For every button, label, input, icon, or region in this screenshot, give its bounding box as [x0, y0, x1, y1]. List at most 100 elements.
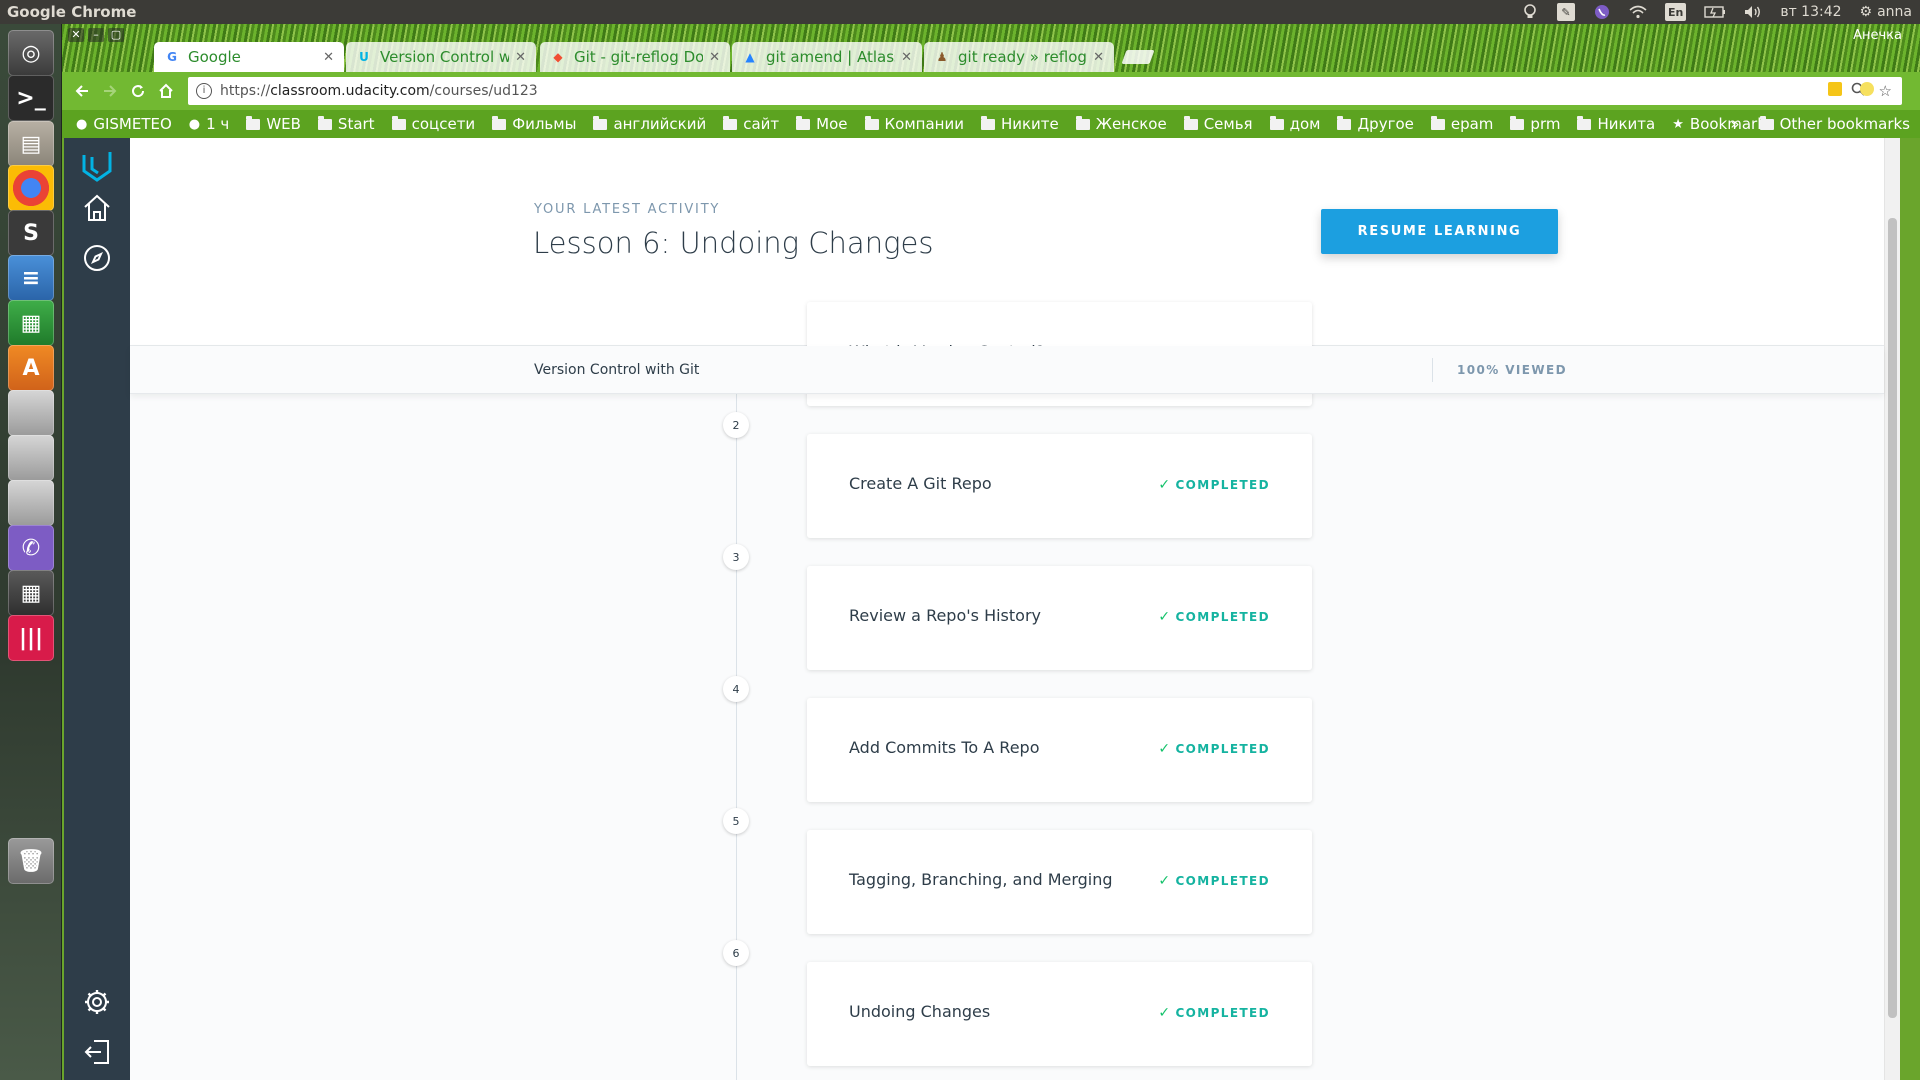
url-host: classroom.udacity.com	[270, 83, 430, 99]
resume-learning-button[interactable]: RESUME LEARNING	[1321, 209, 1558, 254]
chrome-icon[interactable]	[8, 165, 54, 211]
bookmark-item[interactable]: ● GISMETEO	[76, 115, 172, 133]
drive-icon[interactable]	[8, 435, 54, 481]
close-window-icon[interactable]: ✕	[68, 28, 84, 42]
tab-title: Version Control wi	[380, 48, 510, 66]
scrollbar-thumb[interactable]	[1888, 218, 1897, 1018]
chrome-menu-icon[interactable]: ⋮	[1892, 81, 1908, 97]
terminal-icon[interactable]: >_	[8, 75, 54, 121]
forward-arrow-icon[interactable]	[96, 77, 124, 105]
sublime-text-icon[interactable]: S	[8, 210, 54, 256]
bookmark-item[interactable]: Мое	[796, 115, 848, 133]
bookmark-item[interactable]: Start	[317, 115, 375, 133]
bookmark-item[interactable]: epam	[1430, 115, 1493, 133]
home-nav-icon[interactable]	[77, 188, 117, 228]
lesson-status-label: COMPLETED	[1175, 874, 1270, 888]
bookmark-item[interactable]: Никита	[1577, 115, 1655, 133]
app-icon[interactable]: |||	[8, 615, 54, 661]
keyboard-layout-indicator[interactable]: En	[1664, 3, 1687, 21]
close-tab-icon[interactable]: ✕	[709, 50, 720, 65]
profile-name[interactable]: Анечка	[1853, 28, 1902, 43]
bookmark-item[interactable]: дом	[1269, 115, 1320, 133]
viber-icon[interactable]: ✆	[8, 525, 54, 571]
maximize-window-icon[interactable]: ▢	[108, 28, 124, 42]
bookmark-label: Другое	[1357, 115, 1414, 133]
settings-gear-icon[interactable]	[77, 982, 117, 1022]
session-menu[interactable]: ⚙ anna	[1860, 4, 1912, 20]
volume-icon[interactable]	[1744, 3, 1762, 21]
udacity-logo-icon[interactable]	[77, 146, 117, 186]
trash-icon[interactable]: 🗑	[8, 838, 54, 884]
active-app-title: Google Chrome	[7, 3, 137, 21]
checkmark-icon: ✓	[1158, 873, 1172, 889]
wifi-icon[interactable]	[1629, 3, 1647, 21]
lesson-card[interactable]: Tagging, Branching, and Merging ✓ COMPLETE…	[807, 830, 1312, 934]
lesson-title: Add Commits To A Repo	[849, 738, 1040, 757]
bookmark-label: 1 ч	[206, 115, 230, 133]
site-info-icon[interactable]: i	[196, 83, 212, 99]
lesson-card[interactable]: Add Commits To A Repo ✓ COMPLETED	[807, 698, 1312, 802]
files-icon[interactable]: ▤	[8, 121, 54, 167]
minimize-window-icon[interactable]: –	[88, 28, 104, 42]
address-bar[interactable]: i https://classroom.udacity.com/courses/…	[188, 77, 1902, 105]
bookmark-item[interactable]: Никите	[980, 115, 1059, 133]
bookmark-label: Женское	[1095, 115, 1167, 133]
close-tab-icon[interactable]: ✕	[515, 50, 526, 65]
new-tab-button[interactable]	[1121, 50, 1155, 64]
compass-icon[interactable]	[77, 238, 117, 278]
writer-icon[interactable]: ≡	[8, 255, 54, 301]
clipboard-icon[interactable]: ✎	[1556, 3, 1575, 21]
lesson-card[interactable]: Undoing Changes ✓ COMPLETED	[807, 962, 1312, 1066]
dash-icon[interactable]: ◎	[8, 30, 54, 76]
software-center-icon[interactable]: A	[8, 345, 54, 391]
gear-icon: ⚙	[1859, 4, 1873, 20]
bookmark-item[interactable]: Фильмы	[492, 115, 576, 133]
bookmark-item[interactable]: сайт	[723, 115, 779, 133]
clock[interactable]: вт 13:42	[1780, 4, 1841, 20]
browser-tab[interactable]: U Version Control wi ✕	[346, 42, 536, 72]
battery-icon[interactable]	[1704, 3, 1726, 21]
extension-icon[interactable]	[1860, 82, 1874, 96]
lightbulb-icon[interactable]	[1521, 3, 1539, 21]
page-scrollbar[interactable]	[1884, 138, 1900, 1080]
bookmark-item[interactable]: английский	[593, 115, 706, 133]
bookmark-item[interactable]: prm	[1510, 115, 1560, 133]
calc-icon[interactable]: ▦	[8, 300, 54, 346]
back-arrow-icon[interactable]	[68, 77, 96, 105]
bookmark-item[interactable]: Компании	[864, 115, 964, 133]
viber-tray-icon[interactable]	[1593, 3, 1611, 21]
close-tab-icon[interactable]: ✕	[1093, 50, 1104, 65]
udacity-sidebar	[64, 138, 130, 1080]
logout-icon[interactable]	[77, 1032, 117, 1072]
bookmark-item[interactable]: ● 1 ч	[189, 115, 230, 133]
favicon-icon: ♟	[936, 50, 948, 64]
extension-icon[interactable]	[1828, 82, 1842, 96]
reload-icon[interactable]	[124, 77, 152, 105]
folder-icon	[1759, 115, 1774, 130]
bookmark-item[interactable]: Семья	[1183, 115, 1253, 133]
bookmark-label: английский	[613, 115, 707, 133]
more-bookmarks-chevron[interactable]: »	[1730, 115, 1739, 133]
other-bookmarks[interactable]: Other bookmarks	[1759, 115, 1910, 133]
browser-tab[interactable]: G Google ✕	[154, 42, 344, 72]
close-tab-icon[interactable]: ✕	[901, 50, 912, 65]
bookmark-item[interactable]: соцсети	[391, 115, 475, 133]
lesson-status-label: COMPLETED	[1175, 1006, 1270, 1020]
drive-icon[interactable]	[8, 480, 54, 526]
bookmark-item[interactable]: Женское	[1075, 115, 1167, 133]
favicon-icon: ▲	[745, 50, 755, 64]
home-icon[interactable]	[152, 77, 180, 105]
close-tab-icon[interactable]: ✕	[323, 50, 334, 65]
bookmark-item[interactable]: WEB	[246, 115, 301, 133]
folder-icon	[1337, 115, 1352, 130]
drive-icon[interactable]	[8, 390, 54, 436]
lesson-card[interactable]: Review a Repo's History ✓ COMPLETED	[807, 566, 1312, 670]
browser-tab[interactable]: ◆ Git - git-reflog Doc ✕	[540, 42, 730, 72]
favicon-icon: U	[359, 50, 369, 64]
bookmark-item[interactable]: Другое	[1337, 115, 1414, 133]
browser-tab[interactable]: ▲ git amend | Atlassi ✕	[732, 42, 922, 72]
browser-tab[interactable]: ♟ git ready » reflog, y ✕	[924, 42, 1114, 72]
folder-icon	[1269, 115, 1284, 130]
calculator-icon[interactable]: ▦	[8, 570, 54, 616]
lesson-card[interactable]: Create A Git Repo ✓ COMPLETED	[807, 434, 1312, 538]
